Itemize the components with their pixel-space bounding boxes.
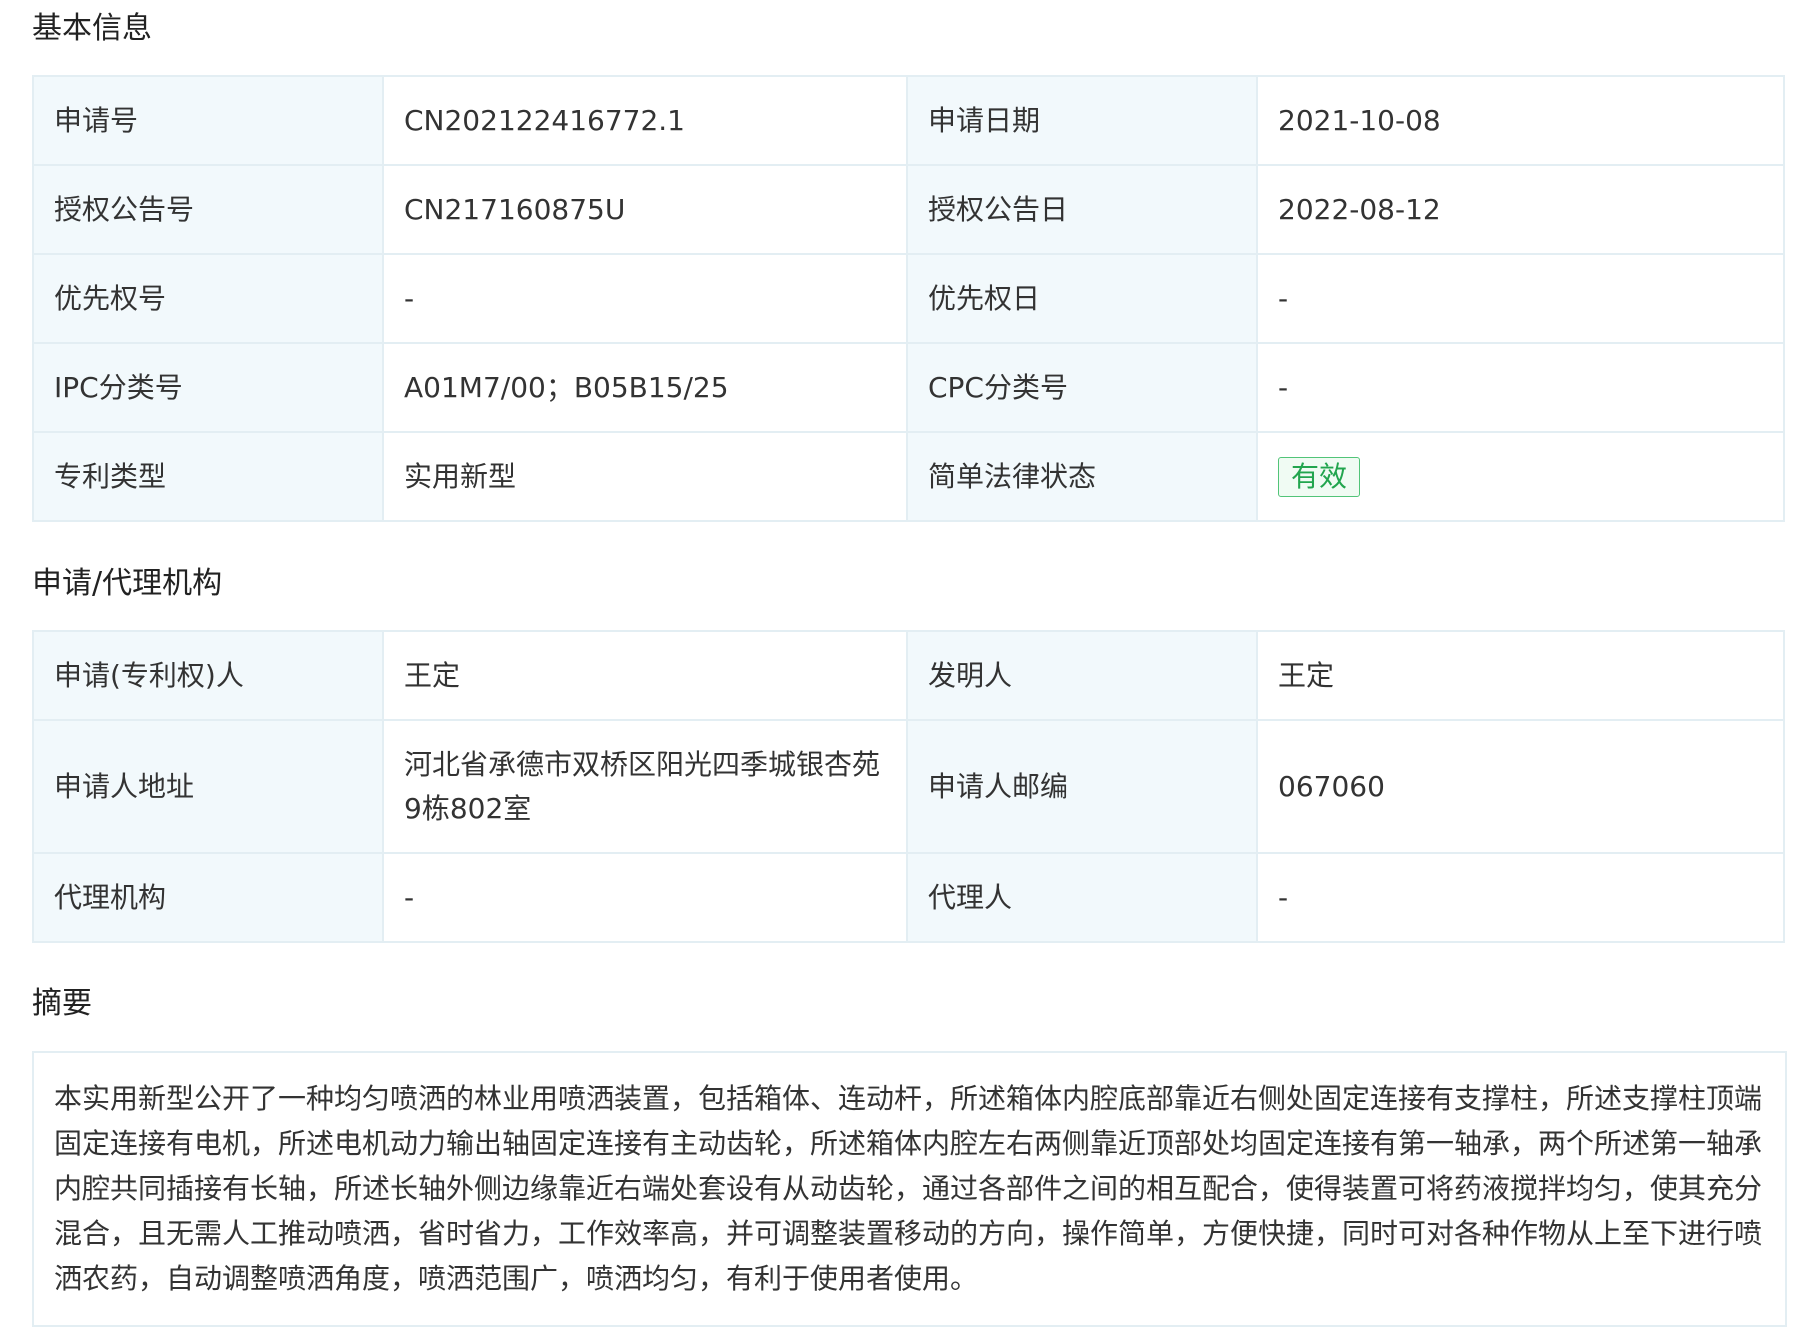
priority-number-label: 优先权号 <box>32 253 384 344</box>
patent-type-label: 专利类型 <box>32 431 384 522</box>
inventor-value: 王定 <box>1256 630 1785 721</box>
legal-status-label: 简单法律状态 <box>906 431 1258 522</box>
applicant-label: 申请(专利权)人 <box>32 630 384 721</box>
table-row: 申请号 CN202122416772.1 申请日期 2021-10-08 <box>32 75 1785 166</box>
postal-code-value: 067060 <box>1256 719 1785 854</box>
abstract-text: 本实用新型公开了一种均匀喷洒的林业用喷洒装置，包括箱体、连动杆，所述箱体内腔底部… <box>54 1082 1763 1295</box>
grant-date-label: 授权公告日 <box>906 164 1258 255</box>
table-row: 优先权号 - 优先权日 - <box>32 253 1785 344</box>
priority-date-label: 优先权日 <box>906 253 1258 344</box>
basic-info-title: 基本信息 <box>32 11 152 46</box>
grant-number-label: 授权公告号 <box>32 164 384 255</box>
table-row: 专利类型 实用新型 简单法律状态 有效 <box>32 431 1785 522</box>
table-row: 代理机构 - 代理人 - <box>32 852 1785 943</box>
cpc-label: CPC分类号 <box>906 342 1258 433</box>
applicant-address-label: 申请人地址 <box>32 719 384 854</box>
cpc-value: - <box>1256 342 1785 433</box>
patent-type-value: 实用新型 <box>382 431 908 522</box>
ipc-label: IPC分类号 <box>32 342 384 433</box>
agency-value: - <box>382 852 908 943</box>
agency-title: 申请/代理机构 <box>32 566 223 601</box>
agency-label: 代理机构 <box>32 852 384 943</box>
table-row: 授权公告号 CN217160875U 授权公告日 2022-08-12 <box>32 164 1785 255</box>
legal-status-cell: 有效 <box>1256 431 1785 522</box>
grant-number-value: CN217160875U <box>382 164 908 255</box>
inventor-label: 发明人 <box>906 630 1258 721</box>
table-row: 申请人地址 河北省承德市双桥区阳光四季城银杏苑9栋802室 申请人邮编 0670… <box>32 719 1785 854</box>
ipc-value: A01M7/00；B05B15/25 <box>382 342 908 433</box>
table-row: IPC分类号 A01M7/00；B05B15/25 CPC分类号 - <box>32 342 1785 433</box>
status-badge: 有效 <box>1278 456 1361 497</box>
grant-date-value: 2022-08-12 <box>1256 164 1785 255</box>
application-number-value: CN202122416772.1 <box>382 75 908 166</box>
abstract-box: 本实用新型公开了一种均匀喷洒的林业用喷洒装置，包括箱体、连动杆，所述箱体内腔底部… <box>32 1051 1787 1327</box>
applicant-value: 王定 <box>382 630 908 721</box>
applicant-address-value: 河北省承德市双桥区阳光四季城银杏苑9栋802室 <box>382 719 908 854</box>
priority-date-value: - <box>1256 253 1785 344</box>
table-row: 申请(专利权)人 王定 发明人 王定 <box>32 630 1785 721</box>
priority-number-value: - <box>382 253 908 344</box>
agency-table: 申请(专利权)人 王定 发明人 王定 申请人地址 河北省承德市双桥区阳光四季城银… <box>32 630 1785 943</box>
basic-info-table: 申请号 CN202122416772.1 申请日期 2021-10-08 授权公… <box>32 75 1785 522</box>
application-date-value: 2021-10-08 <box>1256 75 1785 166</box>
agent-label: 代理人 <box>906 852 1258 943</box>
agent-value: - <box>1256 852 1785 943</box>
application-date-label: 申请日期 <box>906 75 1258 166</box>
abstract-title: 摘要 <box>32 986 92 1021</box>
application-number-label: 申请号 <box>32 75 384 166</box>
postal-code-label: 申请人邮编 <box>906 719 1258 854</box>
